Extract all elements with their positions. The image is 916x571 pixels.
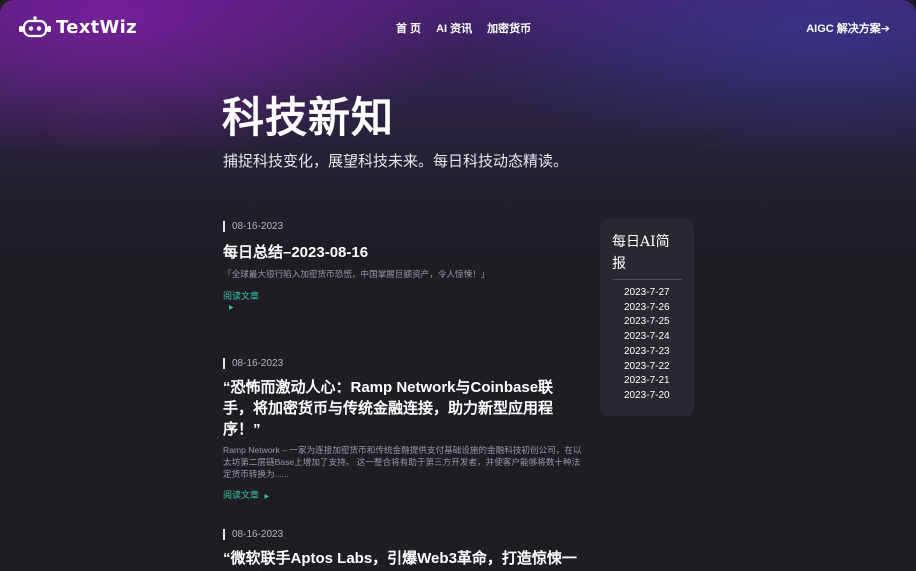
page-title: 科技新知	[222, 93, 395, 142]
top-navigation: TextWiz 首 页 AI 资讯 加密货币 AIGC 解决方案➔	[0, 0, 916, 56]
article-title[interactable]: “恐怖而激动人心：Ramp Network与Coinbase联手，将加密货币与传…	[223, 377, 583, 440]
sidebar-date-list: 2023-7-27 2023-7-26 2023-7-25 2023-7-24 …	[624, 286, 670, 404]
read-article-link[interactable]: 阅读文章 ▶	[223, 490, 583, 503]
article-date: 08-16-2023	[223, 220, 583, 232]
read-article-label: 阅读文章	[223, 490, 260, 500]
date-marker	[223, 220, 225, 232]
sidebar-divider	[612, 279, 682, 280]
article-date: 08-16-2023	[223, 528, 583, 540]
article-date-text: 08-16-2023	[232, 528, 284, 540]
nav-link-crypto[interactable]: 加密货币	[487, 20, 531, 36]
sidebar-date-link[interactable]: 2023-7-23	[624, 345, 670, 360]
sidebar-date-link[interactable]: 2023-7-27	[624, 286, 670, 301]
chevron-right-icon: ▶	[229, 305, 234, 311]
chevron-right-icon: ▶	[264, 494, 270, 500]
page: TextWiz 首 页 AI 资讯 加密货币 AIGC 解决方案➔ 科技新知 捕…	[0, 0, 916, 571]
page-subtitle: 捕捉科技变化，展望科技未来。每日科技动态精读。	[223, 153, 569, 170]
robot-face-icon	[19, 16, 51, 38]
article-title[interactable]: “微软联手Aptos Labs，引爆Web3革命，打造惊悚一级平台！”	[223, 548, 583, 571]
nav-links: 首 页 AI 资讯 加密货币	[396, 20, 531, 36]
article-date-text: 08-16-2023	[232, 220, 284, 232]
read-article-link[interactable]: 阅读文章 ▶	[223, 291, 583, 314]
article-excerpt: Ramp Network – 一家为连接加密货币和传统金融提供支付基础设施的金融…	[223, 445, 582, 479]
logo-text: TextWiz	[56, 16, 137, 38]
read-article-label: 阅读文章	[223, 291, 260, 301]
sidebar-title: 每日AI简报	[612, 234, 670, 272]
logo[interactable]: TextWiz	[18, 16, 137, 38]
article-date: 08-16-2023	[223, 357, 583, 369]
article-date-text: 08-16-2023	[232, 357, 284, 369]
sidebar-date-link[interactable]: 2023-7-22	[624, 360, 670, 375]
nav-link-ai-news[interactable]: AI 资讯	[436, 20, 472, 36]
sidebar-date-link[interactable]: 2023-7-24	[624, 330, 670, 345]
sidebar-date-link[interactable]: 2023-7-20	[624, 389, 670, 404]
article-title[interactable]: 每日总结–2023-08-16	[223, 242, 583, 263]
sidebar-date-link[interactable]: 2023-7-21	[624, 374, 670, 389]
date-marker	[223, 357, 225, 369]
sidebar-date-link[interactable]: 2023-7-25	[624, 315, 670, 330]
nav-link-home[interactable]: 首 页	[396, 20, 421, 36]
article-card: 08-16-2023 “微软联手Aptos Labs，引爆Web3革命，打造惊悚…	[223, 528, 583, 571]
article-card: 08-16-2023 每日总结–2023-08-16 「全球最大银行陷入加密货币…	[223, 220, 583, 314]
article-card: 08-16-2023 “恐怖而激动人心：Ramp Network与Coinbas…	[223, 357, 583, 503]
article-excerpt: 「全球最大银行陷入加密货币恐慌，中国掌握巨额资产，令人惊悚！」	[223, 269, 490, 279]
sidebar-date-link[interactable]: 2023-7-26	[624, 301, 670, 316]
date-marker	[223, 528, 225, 540]
daily-ai-brief-sidebar: 每日AI简报 2023-7-27 2023-7-26 2023-7-25 202…	[600, 219, 694, 416]
nav-link-aigc-solutions[interactable]: AIGC 解决方案➔	[806, 20, 890, 36]
